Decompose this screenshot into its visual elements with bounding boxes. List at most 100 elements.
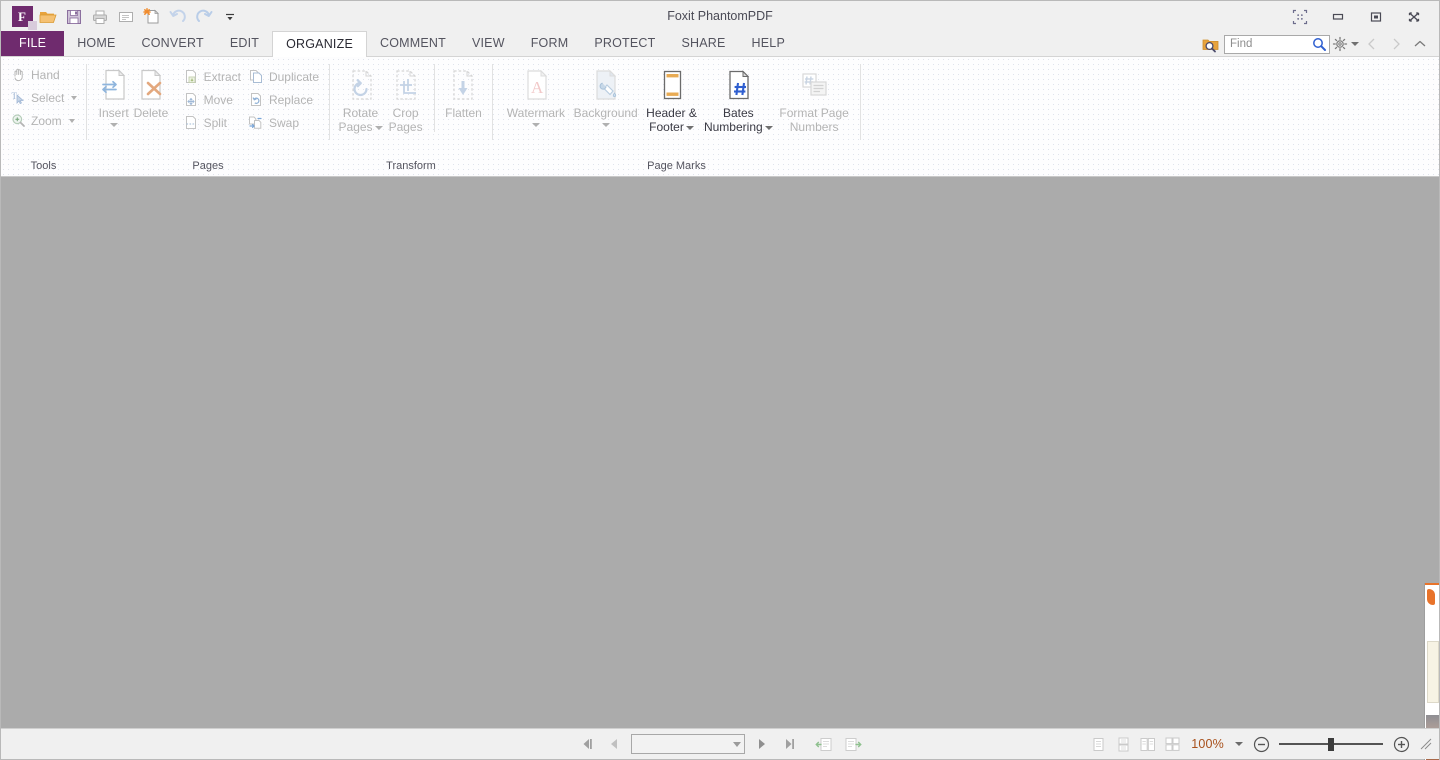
tab-file[interactable]: FILE [1, 31, 65, 56]
format-page-numbers-button[interactable]: Format Page Numbers [774, 62, 854, 134]
continuous-view-button[interactable] [1115, 736, 1131, 752]
side-ad-logo-icon [1427, 589, 1435, 605]
fit-width-button[interactable] [842, 734, 864, 754]
bates-numbering-caret-icon[interactable] [764, 125, 773, 130]
extract-pages-button[interactable]: Extract [180, 66, 245, 87]
search-next-button[interactable] [1385, 34, 1407, 54]
watermark-caret-icon[interactable] [531, 123, 540, 127]
tab-share[interactable]: SHARE [668, 31, 738, 56]
continuous-facing-view-button[interactable] [1165, 736, 1181, 752]
next-page-button[interactable] [752, 734, 772, 754]
chevron-right-icon [1393, 38, 1400, 50]
watermark-button[interactable]: A Watermark [501, 62, 571, 127]
search-input[interactable]: Find [1224, 34, 1330, 54]
page-number-dropdown-icon[interactable] [732, 741, 741, 747]
split-pages-label: Split [203, 115, 227, 130]
swap-pages-button[interactable]: Swap [245, 112, 323, 133]
tools-commands: Hand T Select Zoom [7, 62, 81, 131]
group-label-pages: Pages [192, 160, 224, 172]
insert-pages-caret-icon[interactable] [109, 123, 118, 127]
zoom-tool-caret-icon[interactable] [68, 118, 75, 123]
rotate-pages-caret-icon[interactable] [374, 125, 383, 130]
header-footer-button[interactable]: Header & Footer [641, 62, 703, 134]
tab-edit[interactable]: EDIT [217, 31, 272, 56]
document-view[interactable] [1, 177, 1439, 760]
background-icon [590, 66, 622, 102]
delete-pages-button[interactable]: Delete [132, 62, 169, 120]
save-button[interactable] [61, 5, 87, 29]
first-page-button[interactable] [577, 734, 597, 754]
close-button[interactable] [1395, 3, 1433, 30]
fullscreen-button[interactable] [1281, 3, 1319, 30]
background-caret-icon[interactable] [601, 123, 610, 127]
tab-convert[interactable]: CONVERT [129, 31, 217, 56]
advanced-search-button[interactable] [1200, 34, 1222, 54]
bates-numbering-button[interactable]: Bates Numbering [702, 62, 774, 134]
extract-icon [183, 69, 199, 85]
crop-pages-button[interactable]: Crop Pages [383, 62, 428, 134]
pages-small-right: Duplicate Replace Swap [245, 64, 323, 133]
next-page-icon [758, 739, 765, 749]
single-page-view-button[interactable] [1090, 736, 1106, 752]
background-button[interactable]: Background [571, 62, 641, 127]
zoom-dropdown-icon[interactable] [1235, 742, 1243, 746]
print-button[interactable] [87, 5, 113, 29]
group-label-transform: Transform [386, 160, 436, 172]
zoom-tool-button[interactable]: Zoom [7, 110, 81, 131]
insert-pages-button[interactable]: Insert [95, 62, 132, 127]
rotate-pages-label: Rotate Pages [338, 106, 383, 134]
tab-comment[interactable]: COMMENT [367, 31, 459, 56]
create-pdf-button[interactable] [139, 5, 165, 29]
print-icon [93, 10, 107, 24]
tab-home[interactable]: HOME [64, 31, 128, 56]
redo-button[interactable] [191, 5, 217, 29]
zoom-slider-thumb[interactable] [1328, 737, 1334, 751]
undo-button[interactable] [165, 5, 191, 29]
search-settings-caret-icon [1351, 42, 1359, 46]
open-button[interactable] [35, 5, 61, 29]
facing-view-button[interactable] [1140, 736, 1156, 752]
select-tool-caret-icon[interactable] [71, 95, 78, 100]
foxit-logo-icon: F [11, 6, 37, 30]
maximize-button[interactable] [1357, 3, 1395, 30]
group-label-page-marks: Page Marks [647, 160, 706, 172]
zoom-level-label[interactable]: 100% [1190, 737, 1224, 751]
customize-toolbar-button[interactable] [217, 5, 243, 29]
select-tool-button[interactable]: T Select [7, 87, 81, 108]
tab-organize[interactable]: ORGANIZE [272, 31, 367, 57]
duplicate-pages-button[interactable]: Duplicate [245, 66, 323, 87]
email-button[interactable] [113, 5, 139, 29]
tab-protect[interactable]: PROTECT [581, 31, 668, 56]
previous-page-button[interactable] [604, 734, 624, 754]
chevron-up-icon [1414, 40, 1426, 47]
flatten-button[interactable]: Flatten [441, 62, 486, 120]
replace-pages-button[interactable]: Replace [245, 89, 323, 110]
collapse-ribbon-button[interactable] [1409, 34, 1431, 54]
zoom-in-button[interactable] [1392, 735, 1410, 753]
first-page-icon [583, 739, 592, 749]
move-icon [183, 92, 199, 108]
group-separator-4 [860, 64, 861, 140]
page-number-input[interactable] [630, 734, 745, 754]
resize-grip[interactable] [1419, 737, 1433, 751]
zoom-slider[interactable] [1279, 737, 1383, 751]
hand-tool-button[interactable]: Hand [7, 64, 81, 85]
minimize-button[interactable] [1319, 3, 1357, 30]
split-pages-button[interactable]: Split [180, 112, 245, 133]
rotate-pages-icon [346, 66, 376, 102]
fit-page-button[interactable] [813, 734, 835, 754]
header-footer-caret-icon[interactable] [685, 125, 694, 130]
group-label-tools: Tools [30, 160, 57, 172]
tab-view[interactable]: VIEW [459, 31, 518, 56]
zoom-out-button[interactable] [1252, 735, 1270, 753]
search-settings-button[interactable] [1332, 36, 1359, 52]
search-prev-button[interactable] [1361, 34, 1383, 54]
move-pages-button[interactable]: Move [180, 89, 245, 110]
app-logo-button[interactable]: F [9, 5, 37, 30]
tab-help[interactable]: HELP [739, 31, 798, 56]
previous-page-icon [610, 739, 617, 749]
last-page-button[interactable] [779, 734, 799, 754]
ribbon-group-tools: Hand T Select Zoom Tools [1, 57, 86, 177]
rotate-pages-button[interactable]: Rotate Pages [338, 62, 383, 134]
tab-form[interactable]: FORM [518, 31, 582, 56]
